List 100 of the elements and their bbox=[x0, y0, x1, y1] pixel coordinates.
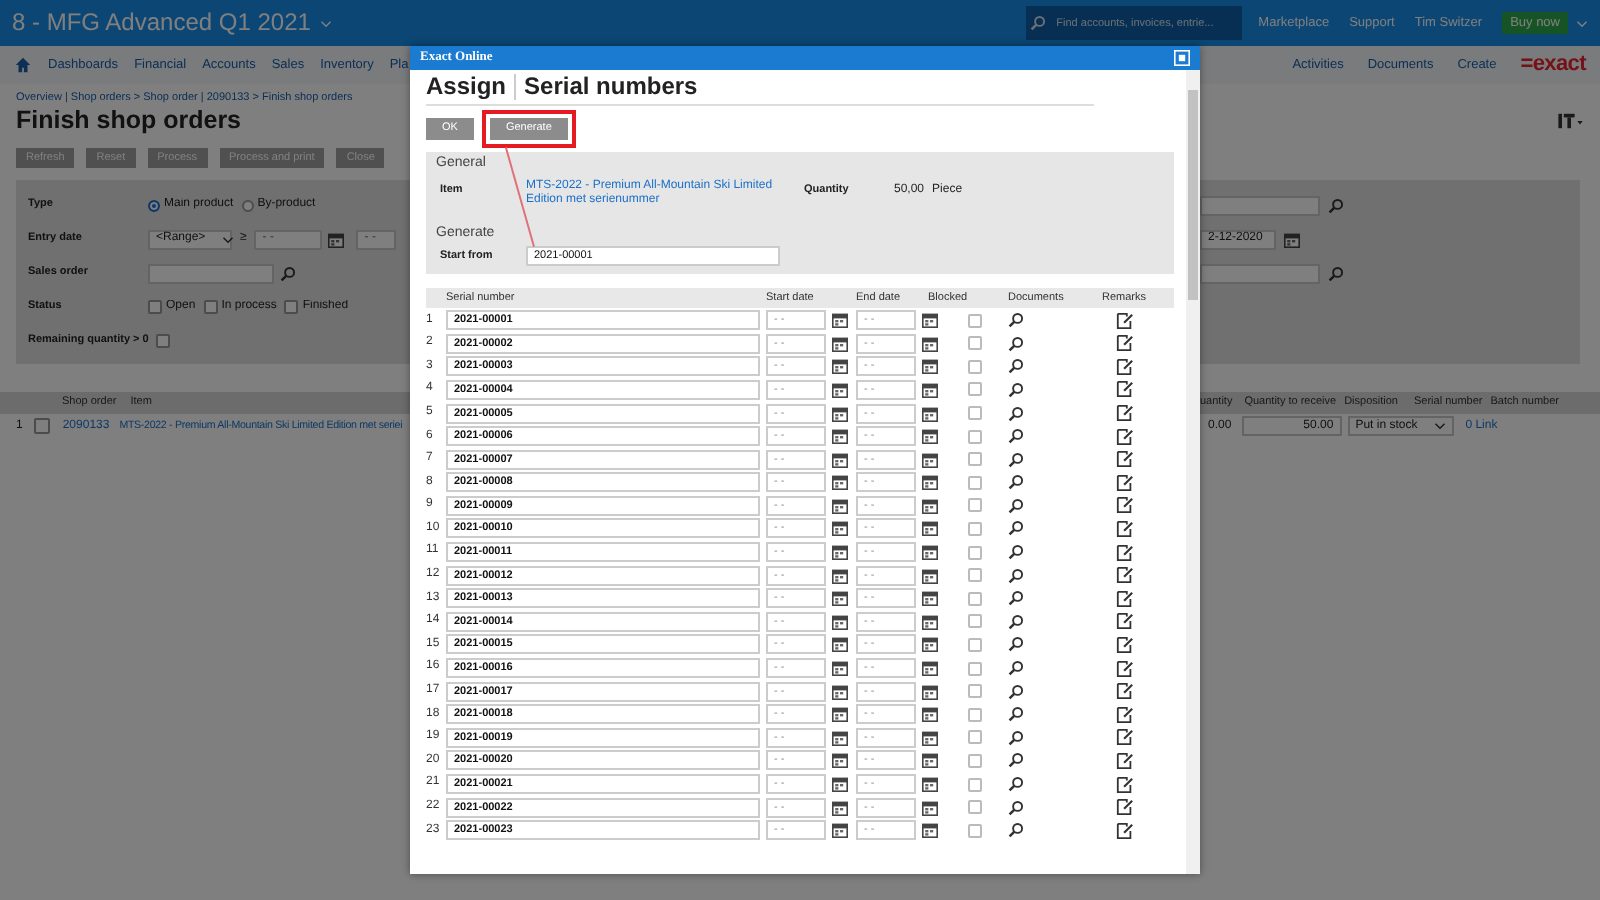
magnifier-icon[interactable] bbox=[1008, 335, 1024, 352]
checkbox[interactable] bbox=[967, 336, 981, 351]
calendar-icon[interactable] bbox=[922, 706, 938, 723]
calendar-icon[interactable] bbox=[832, 405, 848, 422]
checkbox[interactable] bbox=[967, 313, 981, 328]
scrollbar[interactable] bbox=[1186, 70, 1200, 874]
note-icon[interactable] bbox=[1116, 334, 1134, 353]
checkbox[interactable] bbox=[967, 591, 981, 606]
calendar-icon[interactable] bbox=[922, 381, 938, 398]
search-icon[interactable] bbox=[1328, 265, 1344, 282]
magnifier-icon[interactable] bbox=[1008, 405, 1024, 422]
magnifier-icon[interactable] bbox=[1008, 544, 1024, 561]
calendar-icon[interactable] bbox=[832, 752, 848, 769]
calendar-icon[interactable] bbox=[832, 381, 848, 398]
note-icon[interactable] bbox=[1116, 357, 1134, 376]
calendar-icon[interactable] bbox=[922, 590, 938, 607]
note-icon[interactable] bbox=[1116, 404, 1134, 423]
magnifier-icon[interactable] bbox=[1008, 613, 1024, 630]
checkbox[interactable] bbox=[967, 359, 981, 374]
calendar-icon[interactable] bbox=[832, 474, 848, 491]
checkbox[interactable] bbox=[967, 545, 981, 560]
calendar-icon[interactable] bbox=[922, 497, 938, 514]
note-icon[interactable] bbox=[1116, 311, 1134, 330]
magnifier-icon[interactable] bbox=[1008, 729, 1024, 746]
expand-toggle[interactable] bbox=[34, 418, 51, 435]
calendar-icon[interactable] bbox=[832, 660, 848, 677]
magnifier-icon[interactable] bbox=[1008, 520, 1024, 537]
checkbox[interactable] bbox=[203, 300, 218, 315]
checkbox[interactable] bbox=[967, 614, 981, 629]
magnifier-icon[interactable] bbox=[1008, 497, 1024, 514]
calendar-icon[interactable] bbox=[922, 752, 938, 769]
checkbox[interactable] bbox=[967, 521, 981, 536]
input-field[interactable] bbox=[1200, 195, 1320, 216]
note-icon[interactable] bbox=[1116, 798, 1134, 817]
input-field[interactable] bbox=[148, 263, 274, 284]
calendar-icon[interactable] bbox=[832, 613, 848, 630]
checkbox[interactable] bbox=[967, 429, 981, 444]
calendar-icon[interactable] bbox=[922, 544, 938, 561]
note-icon[interactable] bbox=[1116, 380, 1134, 399]
calendar-icon[interactable] bbox=[832, 683, 848, 700]
magnifier-icon[interactable] bbox=[1008, 776, 1024, 793]
calendar-icon[interactable] bbox=[922, 636, 938, 653]
calendar-icon[interactable] bbox=[832, 312, 848, 329]
caret-icon[interactable] bbox=[1576, 19, 1588, 27]
checkbox[interactable] bbox=[967, 707, 981, 722]
calendar-icon[interactable] bbox=[922, 729, 938, 746]
calendar-icon[interactable] bbox=[922, 451, 938, 468]
home-icon[interactable] bbox=[14, 56, 32, 74]
note-icon[interactable] bbox=[1116, 659, 1134, 678]
magnifier-icon[interactable] bbox=[1008, 752, 1024, 769]
calendar-icon[interactable] bbox=[922, 405, 938, 422]
checkbox[interactable] bbox=[967, 568, 981, 583]
note-icon[interactable] bbox=[1116, 612, 1134, 631]
calendar-icon[interactable] bbox=[328, 231, 345, 248]
note-icon[interactable] bbox=[1116, 450, 1134, 469]
app-title[interactable]: 8 - MFG Advanced Q1 2021 bbox=[12, 8, 311, 38]
calendar-icon[interactable] bbox=[1284, 231, 1300, 248]
calendar-icon[interactable] bbox=[922, 567, 938, 584]
note-icon[interactable] bbox=[1116, 705, 1134, 724]
note-icon[interactable] bbox=[1116, 635, 1134, 654]
magnifier-icon[interactable] bbox=[1008, 636, 1024, 653]
magnifier-icon[interactable] bbox=[1008, 590, 1024, 607]
layout-icon[interactable] bbox=[1558, 111, 1584, 130]
note-icon[interactable] bbox=[1116, 566, 1134, 585]
calendar-icon[interactable] bbox=[922, 822, 938, 839]
search-icon[interactable] bbox=[1328, 197, 1344, 214]
calendar-icon[interactable] bbox=[832, 636, 848, 653]
checkbox[interactable] bbox=[284, 300, 299, 315]
calendar-icon[interactable] bbox=[832, 799, 848, 816]
note-icon[interactable] bbox=[1116, 496, 1134, 515]
calendar-icon[interactable] bbox=[922, 428, 938, 445]
checkbox[interactable] bbox=[967, 406, 981, 421]
checkbox[interactable] bbox=[967, 452, 981, 467]
checkbox[interactable] bbox=[967, 684, 981, 699]
radio-button[interactable] bbox=[148, 199, 160, 212]
calendar-icon[interactable] bbox=[832, 729, 848, 746]
checkbox[interactable] bbox=[148, 300, 162, 315]
search-icon[interactable] bbox=[280, 265, 296, 282]
note-icon[interactable] bbox=[1116, 775, 1134, 794]
note-icon[interactable] bbox=[1116, 543, 1134, 562]
calendar-icon[interactable] bbox=[832, 776, 848, 793]
calendar-icon[interactable] bbox=[922, 613, 938, 630]
calendar-icon[interactable] bbox=[832, 520, 848, 537]
calendar-icon[interactable] bbox=[832, 451, 848, 468]
checkbox[interactable] bbox=[967, 661, 981, 676]
checkbox[interactable] bbox=[967, 730, 981, 745]
calendar-icon[interactable] bbox=[832, 706, 848, 723]
note-icon[interactable] bbox=[1116, 682, 1134, 701]
checkbox[interactable] bbox=[156, 334, 171, 349]
magnifier-icon[interactable] bbox=[1008, 799, 1024, 816]
calendar-icon[interactable] bbox=[832, 428, 848, 445]
calendar-icon[interactable] bbox=[832, 822, 848, 839]
calendar-icon[interactable] bbox=[832, 544, 848, 561]
checkbox[interactable] bbox=[967, 800, 981, 815]
magnifier-icon[interactable] bbox=[1008, 567, 1024, 584]
checkbox[interactable] bbox=[967, 823, 981, 838]
checkbox[interactable] bbox=[967, 382, 981, 397]
calendar-icon[interactable] bbox=[922, 474, 938, 491]
magnifier-icon[interactable] bbox=[1008, 381, 1024, 398]
magnifier-icon[interactable] bbox=[1008, 706, 1024, 723]
